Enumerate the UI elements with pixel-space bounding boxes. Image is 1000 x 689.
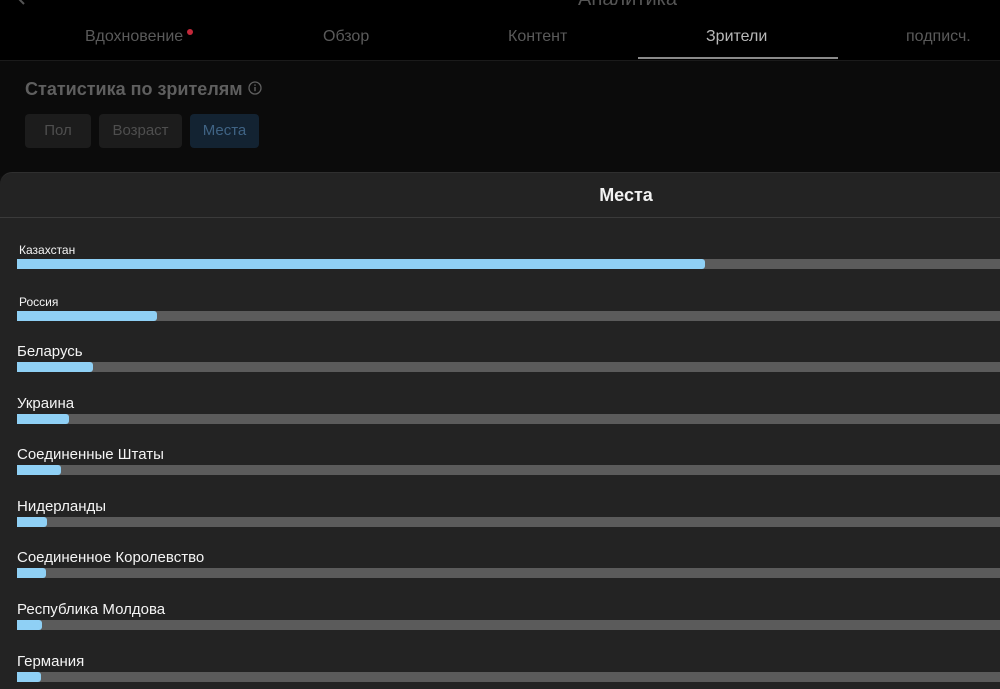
location-name: Украина bbox=[17, 395, 75, 412]
location-name: Казахстан bbox=[19, 243, 76, 257]
top-bar: Аналитика Вдохновение Обзор Контент Зрит… bbox=[0, 0, 1000, 60]
tab-overview[interactable]: Обзор bbox=[323, 28, 369, 60]
section-title: Статистика по зрителям bbox=[25, 79, 243, 99]
location-bar-fill bbox=[17, 517, 47, 527]
location-name: Нидерланды bbox=[17, 498, 107, 515]
location-bar-fill bbox=[17, 362, 93, 372]
location-bar-track bbox=[17, 672, 1000, 682]
location-row: Германия bbox=[0, 653, 1000, 689]
location-bar-track bbox=[17, 465, 1000, 475]
location-bar-track bbox=[17, 259, 1000, 269]
locations-sheet: Места Казахстан Россия Беларусь Украина … bbox=[0, 172, 1000, 689]
viewer-stats-section: Статистика по зрителям Пол Возраст Места bbox=[0, 61, 1000, 176]
location-row: Соединенное Королевство bbox=[0, 549, 1000, 601]
filter-age[interactable]: Возраст bbox=[99, 114, 182, 148]
location-bar-fill bbox=[17, 568, 46, 578]
back-arrow-icon[interactable] bbox=[14, 0, 30, 6]
location-bar-track bbox=[17, 362, 1000, 372]
tab-content[interactable]: Контент bbox=[508, 28, 567, 60]
location-bar-track bbox=[17, 517, 1000, 527]
location-bar-track bbox=[17, 311, 1000, 321]
tab-followers[interactable]: подписч. bbox=[906, 28, 971, 60]
sheet-title: Места bbox=[599, 185, 653, 205]
location-row: Беларусь bbox=[0, 343, 1000, 395]
location-bar-track bbox=[17, 620, 1000, 630]
location-name: Соединенное Королевство bbox=[17, 549, 205, 566]
location-bar-fill bbox=[17, 414, 69, 424]
analytics-page: Аналитика Вдохновение Обзор Контент Зрит… bbox=[0, 0, 1000, 689]
location-name: Россия bbox=[19, 295, 59, 309]
location-bar-track bbox=[17, 568, 1000, 578]
info-icon[interactable] bbox=[248, 81, 262, 95]
sheet-divider bbox=[0, 217, 1000, 218]
active-tab-indicator bbox=[638, 57, 838, 59]
location-row: Республика Молдова bbox=[0, 601, 1000, 653]
location-row: Россия bbox=[0, 292, 1000, 344]
location-bar-fill bbox=[17, 259, 705, 269]
sheet-header: Места bbox=[0, 173, 1000, 217]
filter-locations[interactable]: Места bbox=[190, 114, 259, 148]
location-name: Германия bbox=[17, 653, 85, 670]
page-title: Аналитика bbox=[578, 0, 677, 11]
location-row: Нидерланды bbox=[0, 498, 1000, 550]
location-row: Казахстан bbox=[0, 240, 1000, 292]
location-name: Республика Молдова bbox=[17, 601, 166, 618]
location-bar-fill bbox=[17, 672, 41, 682]
tab-inspiration[interactable]: Вдохновение bbox=[85, 28, 183, 60]
location-name: Соединенные Штаты bbox=[17, 446, 164, 463]
location-row: Соединенные Штаты bbox=[0, 446, 1000, 498]
filter-gender[interactable]: Пол bbox=[25, 114, 91, 148]
location-name: Беларусь bbox=[17, 343, 83, 360]
location-row: Украина bbox=[0, 395, 1000, 447]
tab-bar: Вдохновение Обзор Контент Зрители подпис… bbox=[0, 28, 1000, 60]
notification-dot bbox=[187, 29, 193, 35]
location-bar-fill bbox=[17, 311, 157, 321]
tab-viewers[interactable]: Зрители bbox=[706, 28, 767, 60]
location-bar-fill bbox=[17, 620, 42, 630]
location-bar-fill bbox=[17, 465, 61, 475]
location-bar-track bbox=[17, 414, 1000, 424]
